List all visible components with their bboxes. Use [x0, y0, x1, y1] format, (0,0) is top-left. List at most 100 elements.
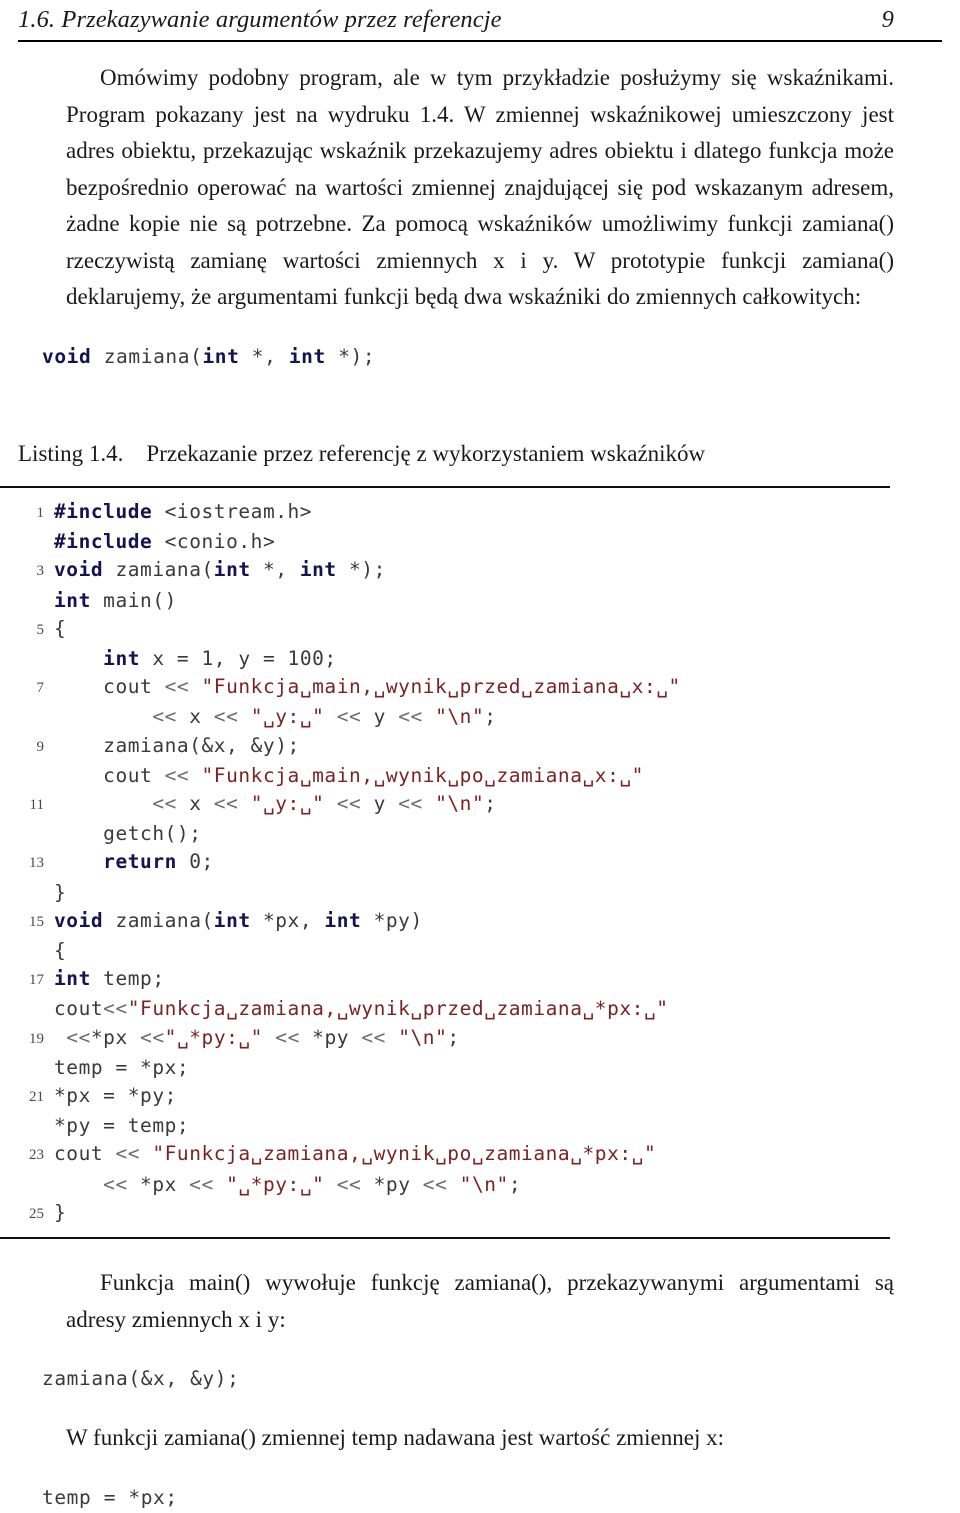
code-line-number: 9 [36, 738, 45, 755]
code-token-op: << [115, 1142, 141, 1166]
code-token-op: << [336, 705, 362, 729]
code-token-kw: int [324, 908, 362, 932]
listing-caption-text: Przekazanie przez referencję z wykorzyst… [146, 440, 706, 466]
code-token-str: "\n" [435, 791, 485, 815]
code-line-number: 21 [29, 1088, 44, 1105]
code-token-pln: zamiana( [103, 558, 214, 582]
code-line: 11 << x << "␣y:␣" << y << "\n"; [0, 790, 960, 820]
code-token-kw: void [54, 558, 104, 582]
code-token-pln: *py) [361, 908, 423, 932]
code-line: 25} [0, 1199, 960, 1229]
code-token-op: << [422, 1172, 448, 1196]
code-token-kw: #include [54, 499, 153, 523]
code-token-op: << [213, 705, 239, 729]
code-token-op: << [140, 1025, 165, 1049]
code-token-pln [189, 764, 201, 787]
code-token-pln: *py = temp; [54, 1114, 190, 1138]
code-line: 13 return 0; [0, 848, 960, 878]
code-token-pln: y [361, 705, 399, 729]
temp-note-paragraph: W funkcji zamiana() zmiennej temp nadawa… [66, 1425, 725, 1451]
code-line: } [0, 879, 960, 907]
code-line-text: cout << "Funkcja␣main,␣wynik␣przed␣zamia… [54, 673, 681, 701]
code-token-pln: x [176, 705, 214, 729]
code-line-text: << x << "␣y:␣" << y << "\n"; [54, 703, 497, 731]
code-token-pln [54, 705, 152, 728]
code-line: 15 void zamiana(int *px, int *py) [0, 907, 960, 937]
code-token-pln [423, 705, 435, 728]
code-line-number: 17 [29, 972, 44, 989]
intro-paragraph-block: Omówimy podobny program, ale w tym przyk… [0, 60, 960, 316]
code-token-pln: } [54, 880, 67, 904]
code-listing: 1 #include <iostream.h> #include <conio.h>… [0, 485, 960, 1240]
code-token-pln [238, 705, 250, 728]
code-line-number: 15 [29, 913, 44, 930]
code-line-number: 3 [36, 563, 45, 580]
intro-paragraph: Omówimy podobny program, ale w tym przyk… [66, 60, 894, 316]
code-token-pln: y [361, 791, 399, 815]
code-token-kw: int [299, 558, 337, 582]
code-line: << *px << "␣*py:␣" << *py << "\n"; [0, 1171, 960, 1199]
snippet-keyword-void: void [42, 344, 92, 368]
page-number: 9 [881, 6, 894, 33]
code-token-pln: } [54, 1200, 67, 1224]
code-line: temp = *px; [0, 1054, 960, 1082]
code-line-text: zamiana(&x, &y); [54, 732, 300, 760]
code-token-pln [324, 705, 336, 728]
code-line: #include <conio.h> [0, 528, 960, 556]
listing-code-body: 1 #include <iostream.h> #include <conio.h>… [0, 488, 960, 1237]
code-line-text: << *px << "␣*py:␣" << *py << "\n"; [54, 1171, 521, 1199]
code-line: *py = temp; [0, 1112, 960, 1140]
prototype-snippet: void zamiana(int *, int *); [0, 342, 960, 372]
code-token-str: "Funkcja␣main,␣wynik␣po␣zamiana␣x:␣" [201, 763, 644, 787]
code-line-text: *px = *py; [54, 1082, 177, 1110]
code-token-str: "Funkcja␣zamiana,␣wynik␣po␣zamiana␣*px:␣… [152, 1142, 657, 1166]
header-rule [18, 40, 942, 43]
code-line: cout << "Funkcja␣main,␣wynik␣po␣zamiana␣… [0, 762, 960, 790]
code-token-pln: *px, [250, 908, 325, 932]
code-token-kw: int [103, 646, 141, 670]
code-token-op: << [66, 1025, 91, 1049]
code-line-text: } [54, 1199, 66, 1227]
snippet-tail: *); [325, 344, 376, 368]
code-token-pln: ; [484, 791, 497, 815]
code-token-pln: cout [54, 1142, 116, 1166]
code-token-pln: *px [127, 1172, 190, 1196]
code-token-pln: *, [250, 558, 300, 582]
code-token-pln [54, 1026, 66, 1049]
code-line: 3 void zamiana(int *, int *); [0, 556, 960, 586]
code-token-str: "\n" [459, 1172, 509, 1196]
temp-assign-snippet: temp = *px; [42, 1485, 178, 1509]
code-token-pln [324, 1173, 336, 1196]
code-token-op: << [152, 791, 177, 815]
code-line: cout<<"Funkcja␣zamiana,␣wynik␣przed␣zami… [0, 995, 960, 1023]
code-token-op: << [398, 705, 423, 729]
code-token-pln: *py [299, 1025, 362, 1049]
code-line-text: *py = temp; [54, 1112, 189, 1140]
document-page: 1.6. Przekazywanie argumentów przez refe… [0, 0, 960, 1509]
code-line-number: 25 [29, 1205, 44, 1222]
code-token-kw: #include [54, 530, 153, 554]
listing-caption: Listing 1.4. Przekazanie przez referencj… [0, 438, 960, 470]
code-token-pln: zamiana(&x, &y); [54, 733, 300, 757]
code-token-pln [263, 1026, 275, 1049]
code-line-text: <<*px <<"␣*py:␣" << *py << "\n"; [54, 1024, 460, 1052]
code-token-op: << [213, 791, 239, 815]
page-header: 1.6. Przekazywanie argumentów przez refe… [0, 0, 960, 44]
code-line-number: 19 [29, 1030, 44, 1047]
code-token-op: << [336, 791, 362, 815]
code-token-op: << [103, 997, 128, 1021]
code-line: 5{ [0, 615, 960, 645]
temp-note-block: W funkcji zamiana() zmiennej temp nadawa… [0, 1420, 960, 1457]
code-token-op: << [398, 791, 423, 815]
code-token-pln: main() [90, 588, 177, 612]
code-token-kw: void [54, 908, 104, 932]
header-section-title: 1.6. Przekazywanie argumentów przez refe… [18, 6, 502, 33]
code-line-text: cout << "Funkcja␣main,␣wynik␣po␣zamiana␣… [54, 762, 644, 790]
code-line: 9 zamiana(&x, &y); [0, 732, 960, 762]
code-token-kw: int [54, 588, 91, 612]
code-token-kw: int [213, 558, 251, 582]
code-token-pln [324, 792, 336, 815]
code-token-pln [140, 1142, 152, 1165]
code-token-pln [54, 647, 103, 670]
code-token-kw: int [54, 967, 91, 991]
